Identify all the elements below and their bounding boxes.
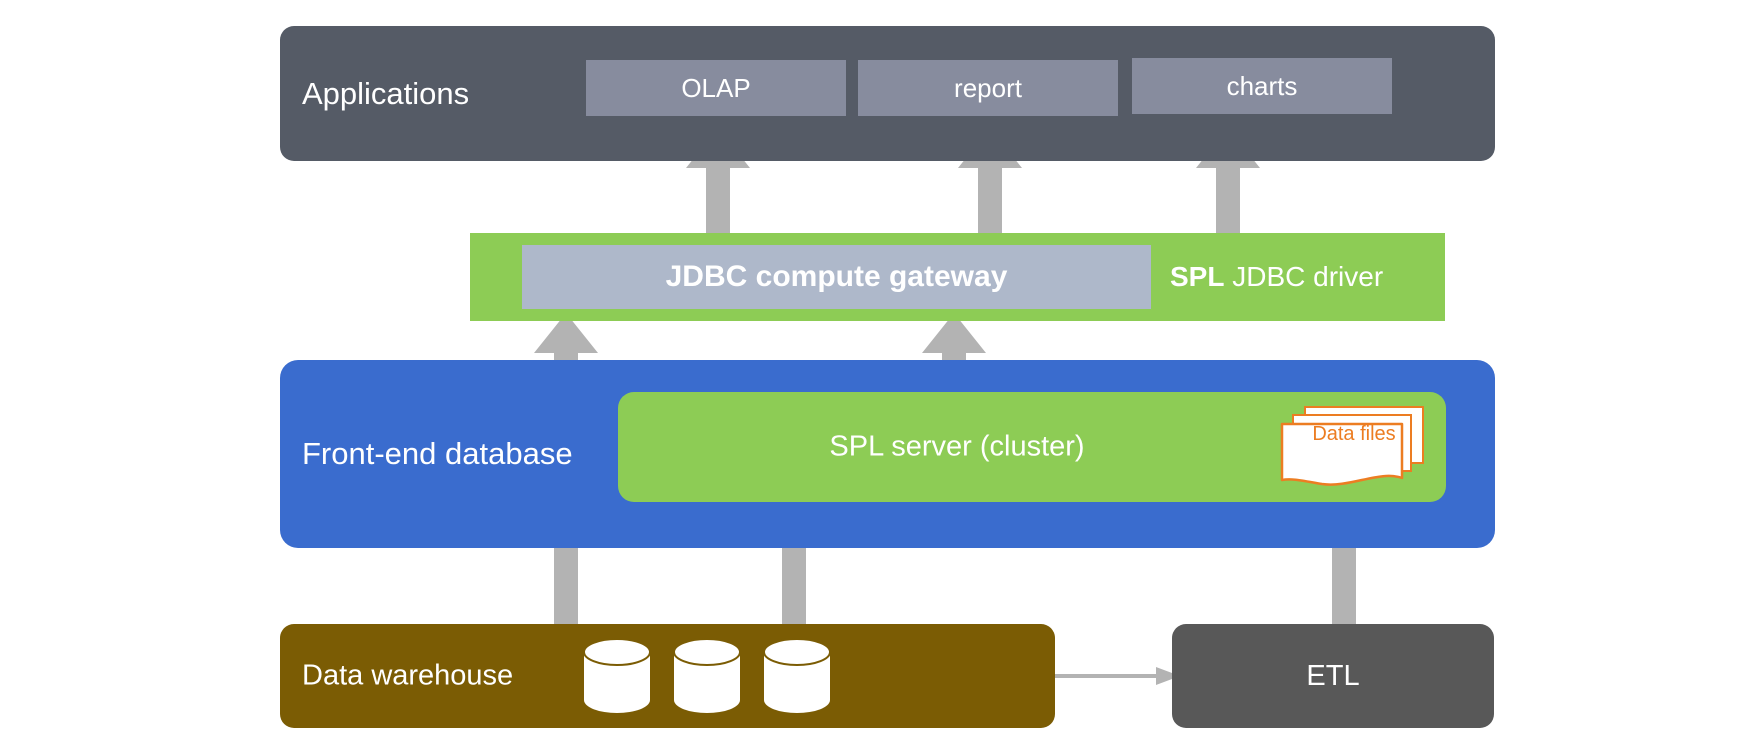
jdbc-compute-gateway-box[interactable]: JDBC compute gateway	[522, 245, 1151, 309]
data-files-icon: Data files	[1280, 406, 1428, 488]
spl-jdbc-driver-rest: JDBC driver	[1224, 261, 1384, 292]
data-files-label: Data files	[1312, 423, 1396, 445]
diagram-canvas: Applications OLAP report charts JDBC com…	[0, 0, 1748, 748]
spl-jdbc-driver-label: SPL JDBC driver	[1170, 261, 1383, 293]
database-cylinder-icon	[583, 638, 651, 713]
app-chip-charts-label: charts	[1226, 70, 1298, 101]
gateway-band: JDBC compute gateway SPL JDBC driver	[470, 233, 1445, 321]
data-warehouse-label: Data warehouse	[302, 659, 514, 692]
jdbc-compute-gateway-label: JDBC compute gateway	[665, 260, 1008, 293]
spl-jdbc-driver-bold: SPL	[1170, 261, 1225, 292]
frontend-database-label: Front-end database	[302, 436, 573, 472]
etl-label: ETL	[1306, 659, 1360, 692]
frontend-database-band: Front-end database SPL server (cluster) …	[280, 360, 1495, 548]
arrow-warehouse-to-etl	[1052, 667, 1180, 685]
database-cylinder-icon	[673, 638, 741, 713]
applications-label: Applications	[302, 75, 470, 111]
database-cylinder-icon	[763, 638, 831, 713]
app-chip-olap[interactable]: OLAP	[586, 60, 846, 116]
data-warehouse-band: Data warehouse	[280, 624, 1055, 728]
app-chip-report-label: report	[954, 72, 1022, 103]
etl-box[interactable]: ETL	[1172, 624, 1494, 728]
spl-server-box[interactable]: SPL server (cluster) Data files	[618, 392, 1446, 502]
applications-band: Applications OLAP report charts	[280, 26, 1495, 161]
app-chip-charts[interactable]: charts	[1132, 58, 1392, 114]
app-chip-report[interactable]: report	[858, 60, 1118, 116]
app-chip-olap-label: OLAP	[681, 72, 751, 103]
